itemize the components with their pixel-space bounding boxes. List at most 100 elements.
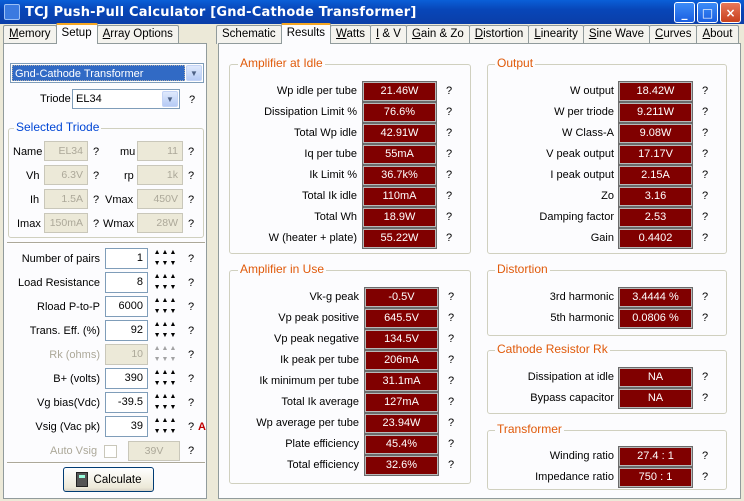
rload-input[interactable]: 6000 [105,296,148,317]
help-icon[interactable]: ? [448,333,454,345]
ih-field: 1.5A [44,189,88,209]
help-icon[interactable]: ? [188,445,194,457]
tab-about[interactable]: About [696,25,739,44]
help-icon[interactable]: ? [446,190,452,202]
vsig-input[interactable]: 39 [105,416,148,437]
calculator-icon [75,472,88,487]
help-icon[interactable]: ? [446,106,452,118]
vg-bias-input[interactable]: -39.5 [105,392,148,413]
rload-spinner[interactable]: ▲▲▲ ▼▼▼ [151,296,180,317]
help-icon[interactable]: ? [188,325,194,337]
auto-vsig-checkbox[interactable] [104,445,117,458]
load-resistance-input[interactable]: 8 [105,272,148,293]
help-icon[interactable]: ? [448,291,454,303]
maximize-button[interactable]: □ [697,2,718,23]
result-row: Total Ik average 127mA? [231,391,454,413]
vg-bias-spinner[interactable]: ▲▲▲ ▼▼▼ [151,392,180,413]
help-icon[interactable]: ? [446,85,452,97]
param-label-pairs: Number of pairs [21,253,100,265]
trans-eff-spinner[interactable]: ▲▲▲ ▼▼▼ [151,320,180,341]
help-icon[interactable]: ? [188,146,194,158]
tab-watts[interactable]: Watts [330,25,372,44]
help-icon[interactable]: ? [702,190,708,202]
calculate-button[interactable]: Calculate [63,467,154,492]
load-resistance-spinner[interactable]: ▲▲▲ ▼▼▼ [151,272,180,293]
help-icon[interactable]: ? [189,94,195,106]
help-icon[interactable]: ? [93,218,99,230]
help-icon[interactable]: ? [93,146,99,158]
help-icon[interactable]: ? [188,277,194,289]
result-label: Total Ik idle [301,190,357,202]
tab-linearity[interactable]: Linearity [528,25,584,44]
help-icon[interactable]: ? [448,417,454,429]
help-icon[interactable]: ? [446,211,452,223]
help-icon[interactable]: ? [448,375,454,387]
help-icon[interactable]: ? [188,373,194,385]
result-row: Wp average per tube 23.94W? [231,412,454,434]
help-icon[interactable]: ? [448,396,454,408]
help-icon[interactable]: ? [448,459,454,471]
result-label: Bypass capacitor [530,392,614,404]
tab-sine-wave[interactable]: Sine Wave [582,25,651,44]
tab-distortion[interactable]: Distortion [468,25,530,44]
vsig-spinner[interactable]: ▲▲▲ ▼▼▼ [151,416,180,437]
chevron-down-icon[interactable]: ▼ [186,65,202,81]
pairs-spinner[interactable]: ▲▲▲ ▼▼▼ [151,248,180,269]
help-icon[interactable]: ? [188,349,194,361]
help-icon[interactable]: ? [702,148,708,160]
help-icon[interactable]: ? [448,354,454,366]
help-icon[interactable]: ? [188,170,194,182]
help-icon[interactable]: ? [702,106,708,118]
help-icon[interactable]: ? [188,194,194,206]
tab-results[interactable]: Results [280,23,332,44]
transformer-title: Transformer [495,422,564,436]
bplus-input[interactable]: 390 [105,368,148,389]
help-icon[interactable]: ? [702,291,708,303]
tab-array-options[interactable]: Array Options [96,25,179,44]
tab-gain-zo[interactable]: Gain & Zo [405,25,470,44]
help-icon[interactable]: ? [702,232,708,244]
bplus-spinner[interactable]: ▲▲▲ ▼▼▼ [151,368,180,389]
close-button[interactable]: × [720,2,741,23]
help-icon[interactable]: ? [188,421,194,433]
result-label: W output [569,85,614,97]
help-icon[interactable]: ? [702,127,708,139]
help-icon[interactable]: ? [446,232,452,244]
help-icon[interactable]: ? [702,169,708,181]
help-icon[interactable]: ? [702,392,708,404]
help-icon[interactable]: ? [446,148,452,160]
result-label: Damping factor [539,211,614,223]
help-icon[interactable]: ? [446,127,452,139]
minimize-button[interactable]: _ [674,2,695,23]
help-icon[interactable]: ? [93,194,99,206]
result-label: Wp average per tube [256,417,359,429]
trans-eff-input[interactable]: 92 [105,320,148,341]
help-icon[interactable]: ? [702,211,708,223]
triode-select[interactable]: EL34 ▼ [72,89,180,109]
help-icon[interactable]: ? [702,371,708,383]
help-icon[interactable]: ? [188,218,194,230]
mode-select[interactable]: Gnd-Cathode Transformer ▼ [10,63,204,83]
pairs-input[interactable]: 1 [105,248,148,269]
help-icon[interactable]: ? [448,438,454,450]
help-icon[interactable]: ? [702,312,708,324]
help-icon[interactable]: ? [702,85,708,97]
help-icon[interactable]: ? [188,253,194,265]
result-label: Winding ratio [549,450,614,462]
help-icon[interactable]: ? [448,312,454,324]
chevron-down-icon[interactable]: ▼ [162,91,178,107]
tab-schematic[interactable]: Schematic [216,25,282,44]
tab-i-v[interactable]: I & V [370,25,407,44]
result-row: Dissipation at idle NA? [489,366,708,388]
help-icon[interactable]: ? [702,450,708,462]
help-icon[interactable]: ? [188,301,194,313]
tab-setup[interactable]: Setup [55,23,98,44]
result-row: Vk-g peak -0.5V? [231,286,454,308]
help-icon[interactable]: ? [188,397,194,409]
help-icon[interactable]: ? [93,170,99,182]
tab-memory[interactable]: Memory [3,25,57,44]
result-label: I peak output [550,169,614,181]
help-icon[interactable]: ? [446,169,452,181]
help-icon[interactable]: ? [702,471,708,483]
tab-curves[interactable]: Curves [649,25,698,44]
